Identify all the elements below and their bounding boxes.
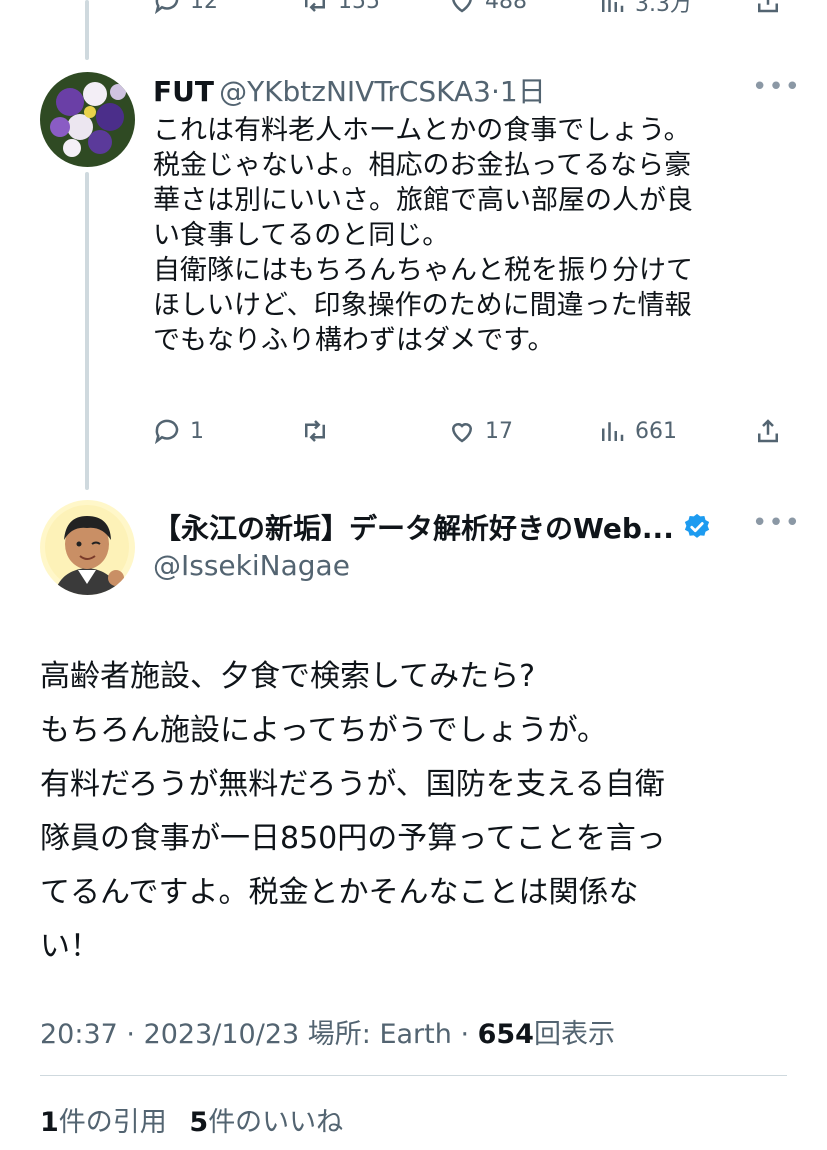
flower-bouquet-avatar-image	[40, 72, 135, 167]
divider	[40, 1075, 787, 1076]
reply-icon	[154, 0, 179, 15]
reply-time[interactable]: 1日	[500, 75, 546, 108]
main-views-count: 654	[477, 1019, 534, 1050]
thread-line-top	[85, 0, 89, 60]
views-icon	[602, 422, 624, 441]
top-reply-count: 12	[190, 0, 218, 14]
views-icon	[602, 0, 624, 12]
reply-avatar[interactable]	[40, 72, 135, 167]
main-display-name[interactable]: 【永江の新垢】データ解析好きのWeb...	[153, 507, 674, 547]
reply-display-name[interactable]: FUT	[153, 75, 214, 108]
cartoon-man-avatar-image	[40, 500, 135, 595]
main-location: 場所: Earth	[299, 1019, 452, 1050]
main-time[interactable]: 20:37	[40, 1019, 118, 1050]
reply-reply-count: 1	[190, 418, 204, 444]
main-more-button[interactable]: •••	[752, 508, 801, 538]
top-like-count: 488	[485, 0, 527, 14]
top-retweet-count: 155	[338, 0, 380, 14]
quotes-count: 1	[40, 1107, 59, 1138]
main-avatar[interactable]	[40, 500, 135, 595]
top-like-button[interactable]: 488	[447, 0, 527, 16]
quotes-label: 件の引用	[58, 1107, 167, 1138]
main-handle[interactable]: @IssekiNagae	[153, 549, 350, 582]
likes-label: 件のいいね	[208, 1107, 344, 1138]
main-views-label: 回表示	[533, 1019, 615, 1050]
meta-separator: ·	[117, 1019, 144, 1050]
share-icon	[758, 419, 778, 443]
reply-handle[interactable]: @YKbtzNIVTrCSKA3	[219, 75, 491, 108]
reply-separator: ·	[491, 75, 500, 108]
reply-like-count: 17	[485, 418, 513, 444]
top-views-count: 3.3万	[635, 0, 692, 17]
top-reply-button[interactable]: 12	[152, 0, 218, 16]
top-share-button[interactable]	[753, 0, 783, 16]
reply-views-button[interactable]: 661	[597, 416, 677, 446]
thread-line-mid	[85, 172, 89, 490]
main-stats: 1件の引用 5件のいいね	[40, 1100, 343, 1139]
main-meta: 20:37 · 2023/10/23 場所: Earth · 654回表示	[40, 1012, 615, 1051]
reply-retweet-button[interactable]	[300, 416, 338, 446]
likes-link[interactable]: 5件のいいね	[189, 1107, 343, 1138]
reply-share-button[interactable]	[753, 416, 783, 446]
reply-reply-button[interactable]: 1	[152, 416, 204, 446]
retweet-icon	[305, 420, 325, 442]
top-retweet-button[interactable]: 155	[300, 0, 380, 16]
quotes-link[interactable]: 1件の引用	[40, 1107, 167, 1138]
reply-text: これは有料老人ホームとかの食事でしょう。 税金じゃないよ。相応のお金払ってるなら…	[153, 115, 693, 356]
main-header: 【永江の新垢】データ解析好きのWeb...	[153, 507, 712, 547]
likes-count: 5	[189, 1107, 209, 1138]
reply-more-button[interactable]: •••	[752, 72, 801, 102]
main-text: 高齢者施設、夕食で検索してみたら? もちろん施設によってちがうでしょうが。 有料…	[40, 659, 666, 964]
meta-separator: ·	[451, 1019, 478, 1050]
main-date[interactable]: 2023/10/23	[144, 1019, 300, 1050]
top-views-button[interactable]: 3.3万	[597, 0, 692, 18]
verified-badge-icon	[684, 513, 709, 538]
heart-icon	[451, 423, 473, 443]
share-icon	[758, 0, 778, 13]
heart-icon	[452, 0, 472, 13]
reply-icon	[154, 419, 179, 445]
reply-header: FUT @YKbtzNIVTrCSKA3·1日	[153, 70, 546, 110]
retweet-icon	[305, 0, 325, 12]
reply-views-count: 661	[635, 418, 677, 444]
reply-like-button[interactable]: 17	[447, 416, 513, 446]
